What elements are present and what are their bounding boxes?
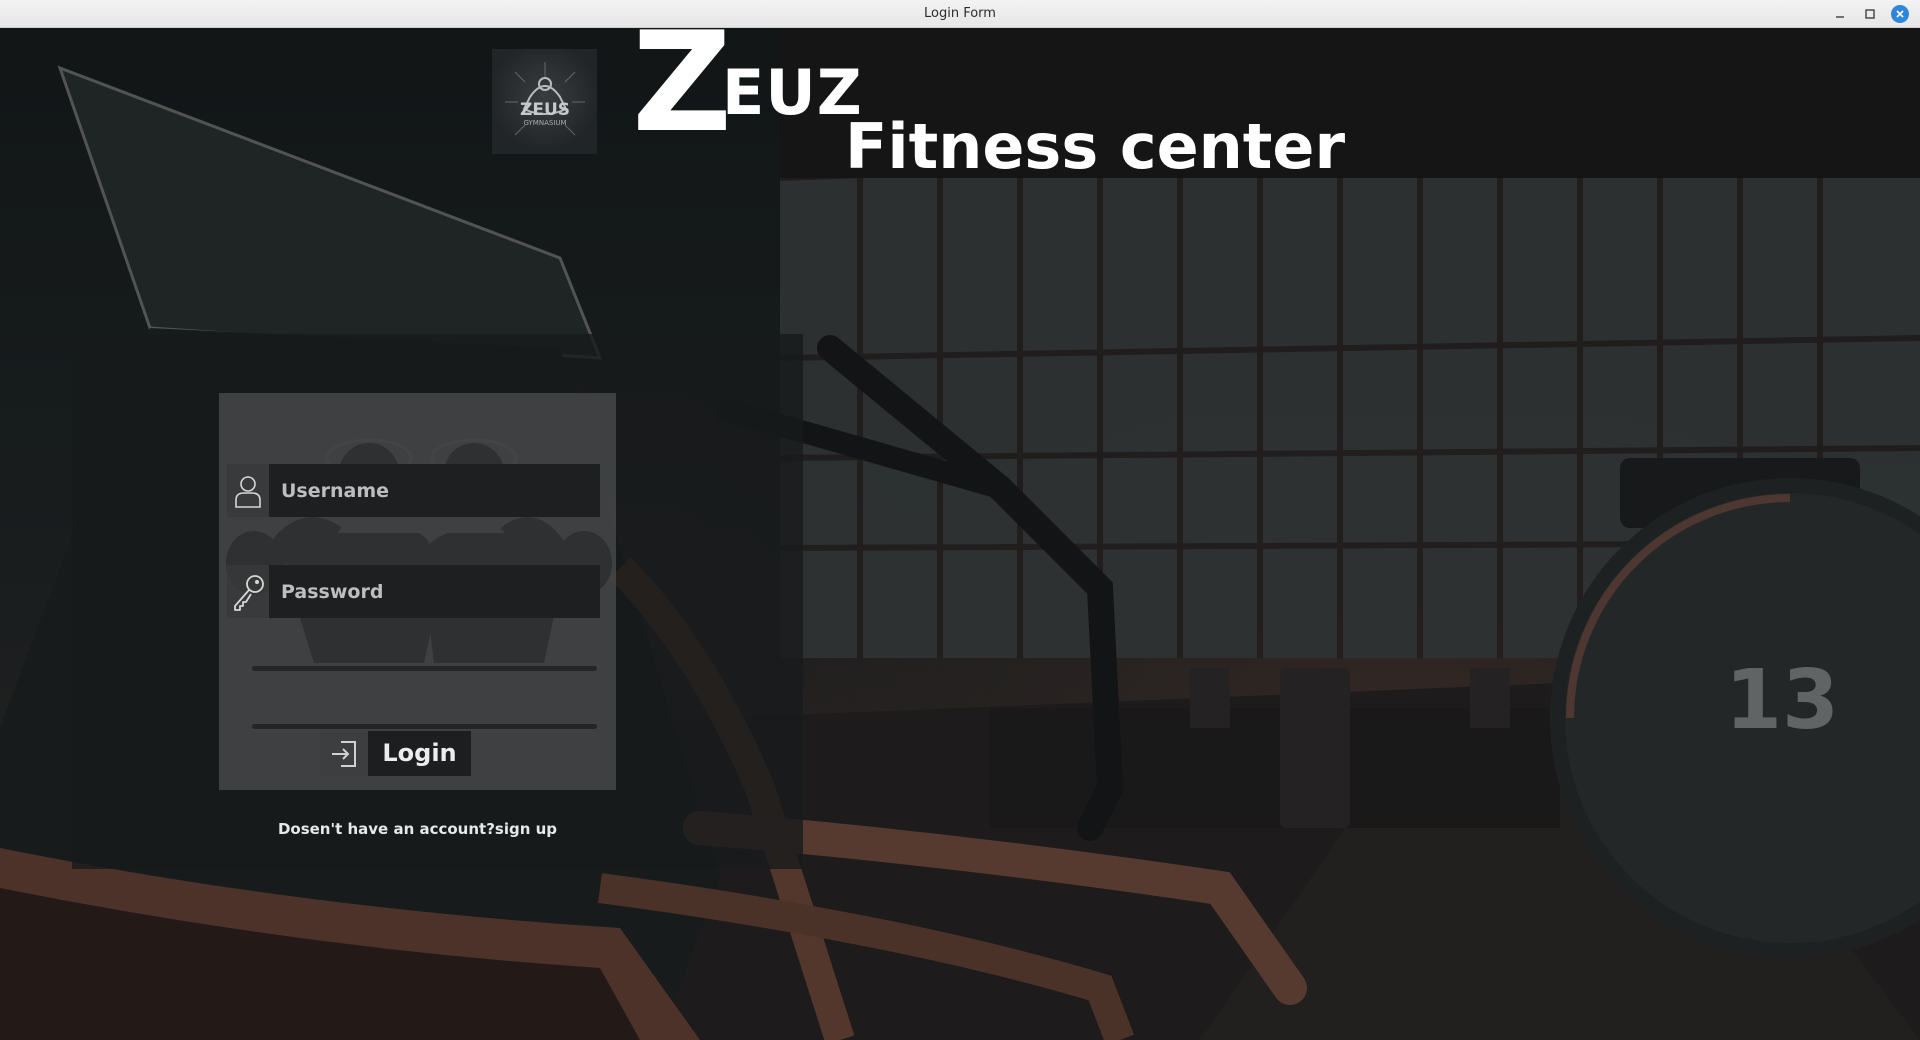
user-icon <box>235 475 261 508</box>
brand-initial: Z <box>632 2 733 163</box>
key-icon <box>234 574 264 611</box>
window-titlebar: Login Form <box>0 0 1920 28</box>
username-icon-box <box>227 464 269 517</box>
password-icon-box <box>227 565 269 618</box>
maximize-button[interactable] <box>1860 4 1880 24</box>
gym-logo-art: ZEUS GYMNASIUM <box>504 61 585 135</box>
brand-name: EUZ <box>722 56 863 129</box>
maximize-icon <box>1865 9 1875 19</box>
svg-text:ZEUS: ZEUS <box>520 100 570 120</box>
login-button-label: Login <box>368 731 471 776</box>
password-field <box>227 565 600 618</box>
login-button-icon-box <box>320 731 368 776</box>
username-field <box>227 464 600 517</box>
login-button[interactable]: Login <box>320 731 471 776</box>
divider-upper <box>252 666 597 671</box>
signup-link[interactable]: Dosen't have an account?sign up <box>220 820 615 838</box>
svg-text:GYMNASIUM: GYMNASIUM <box>523 119 566 127</box>
gym-logo: ZEUS GYMNASIUM <box>492 49 597 154</box>
close-button[interactable] <box>1890 4 1910 24</box>
username-input[interactable] <box>269 464 600 517</box>
divider-lower <box>252 724 597 729</box>
window-title: Login Form <box>924 6 996 21</box>
minimize-icon <box>1836 16 1844 18</box>
close-icon <box>1896 10 1904 18</box>
login-arrow-icon <box>332 740 356 767</box>
password-input[interactable] <box>269 565 600 618</box>
brand-subtitle: Fitness center <box>845 110 1346 183</box>
minimize-button[interactable] <box>1830 4 1850 24</box>
